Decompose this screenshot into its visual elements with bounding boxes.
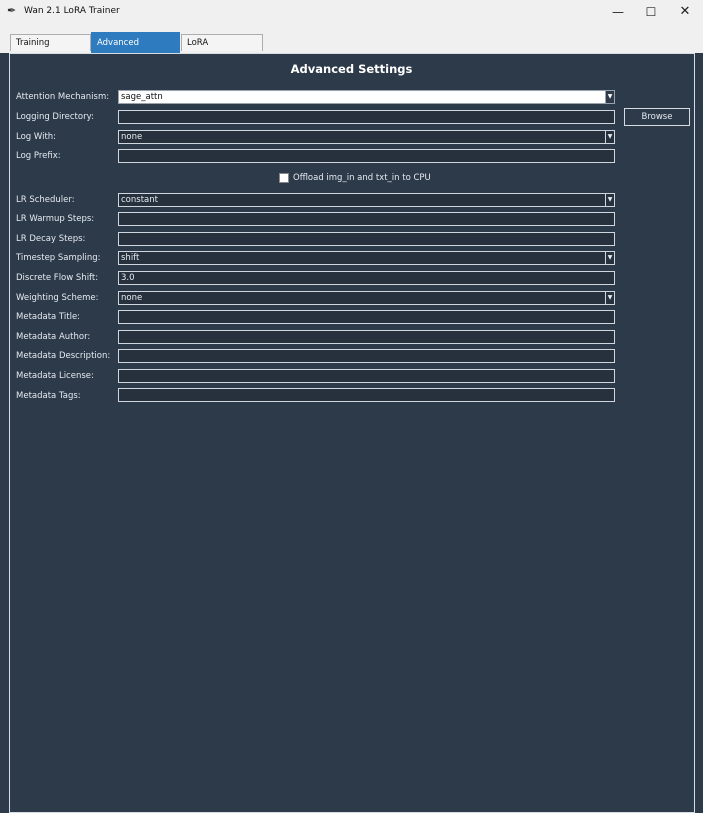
discrete-flow-shift-label: Discrete Flow Shift: bbox=[16, 273, 99, 283]
offload-checkbox-label: Offload img_in and txt_in to CPU bbox=[293, 173, 431, 183]
chevron-down-icon[interactable]: ▼ bbox=[605, 91, 614, 103]
lr-scheduler-value: constant bbox=[121, 195, 158, 205]
weighting-scheme-dropdown[interactable]: none ▼ bbox=[118, 291, 615, 305]
log-with-dropdown[interactable]: none ▼ bbox=[118, 130, 615, 144]
advanced-settings-panel bbox=[9, 53, 695, 813]
close-button[interactable]: ✕ bbox=[668, 0, 702, 24]
metadata-tags-input[interactable] bbox=[118, 388, 615, 402]
chevron-down-icon[interactable]: ▼ bbox=[605, 131, 614, 143]
attention-mechanism-label: Attention Mechanism: bbox=[16, 92, 110, 102]
metadata-license-input[interactable] bbox=[118, 369, 615, 383]
logging-directory-input[interactable] bbox=[118, 110, 615, 124]
chevron-down-icon[interactable]: ▼ bbox=[605, 194, 614, 206]
log-with-label: Log With: bbox=[16, 132, 57, 142]
tab-advanced-settings[interactable]: Advanced settings bbox=[91, 32, 180, 68]
discrete-flow-shift-input[interactable]: 3.0 bbox=[118, 271, 615, 285]
logging-directory-label: Logging Directory: bbox=[16, 112, 94, 122]
metadata-tags-label: Metadata Tags: bbox=[16, 391, 81, 401]
lr-scheduler-dropdown[interactable]: constant ▼ bbox=[118, 193, 615, 207]
metadata-license-label: Metadata License: bbox=[16, 371, 94, 381]
metadata-author-label: Metadata Author: bbox=[16, 332, 91, 342]
chevron-down-icon[interactable]: ▼ bbox=[605, 252, 614, 264]
tab-lora-conversion[interactable]: LoRA Conversion bbox=[181, 34, 263, 65]
browse-button[interactable]: Browse bbox=[624, 108, 690, 126]
title-bar: ✒ Wan 2.1 LoRA Trainer — ☐ ✕ bbox=[0, 0, 703, 25]
weighting-scheme-value: none bbox=[121, 293, 143, 303]
lr-warmup-steps-input[interactable] bbox=[118, 212, 615, 226]
minimize-button[interactable]: — bbox=[601, 0, 635, 24]
maximize-button[interactable]: ☐ bbox=[634, 0, 668, 24]
log-with-value: none bbox=[121, 132, 143, 142]
offload-checkbox[interactable] bbox=[279, 173, 289, 183]
lr-decay-steps-label: LR Decay Steps: bbox=[16, 234, 86, 244]
metadata-description-label: Metadata Description: bbox=[16, 351, 111, 361]
attention-mechanism-dropdown[interactable]: sage_attn ▼ bbox=[118, 90, 615, 104]
log-prefix-label: Log Prefix: bbox=[16, 151, 61, 161]
tab-training-settings[interactable]: Training settings bbox=[10, 34, 91, 65]
metadata-title-label: Metadata Title: bbox=[16, 312, 81, 322]
window-title: Wan 2.1 LoRA Trainer bbox=[24, 6, 120, 16]
tab-bar: Training settings Advanced settings LoRA… bbox=[0, 24, 703, 68]
lr-warmup-steps-label: LR Warmup Steps: bbox=[16, 214, 95, 224]
metadata-title-input[interactable] bbox=[118, 310, 615, 324]
offload-checkbox-row[interactable]: Offload img_in and txt_in to CPU bbox=[279, 173, 431, 184]
timestep-sampling-value: shift bbox=[121, 253, 140, 263]
lr-scheduler-label: LR Scheduler: bbox=[16, 195, 75, 205]
lr-decay-steps-input[interactable] bbox=[118, 232, 615, 246]
quill-icon: ✒ bbox=[7, 4, 17, 17]
metadata-description-input[interactable] bbox=[118, 349, 615, 363]
metadata-author-input[interactable] bbox=[118, 330, 615, 344]
attention-mechanism-value: sage_attn bbox=[121, 92, 163, 102]
log-prefix-input[interactable] bbox=[118, 149, 615, 163]
timestep-sampling-label: Timestep Sampling: bbox=[16, 253, 101, 263]
chevron-down-icon[interactable]: ▼ bbox=[605, 292, 614, 304]
weighting-scheme-label: Weighting Scheme: bbox=[16, 293, 99, 303]
timestep-sampling-dropdown[interactable]: shift ▼ bbox=[118, 251, 615, 265]
page-title: Advanced Settings bbox=[290, 62, 413, 76]
